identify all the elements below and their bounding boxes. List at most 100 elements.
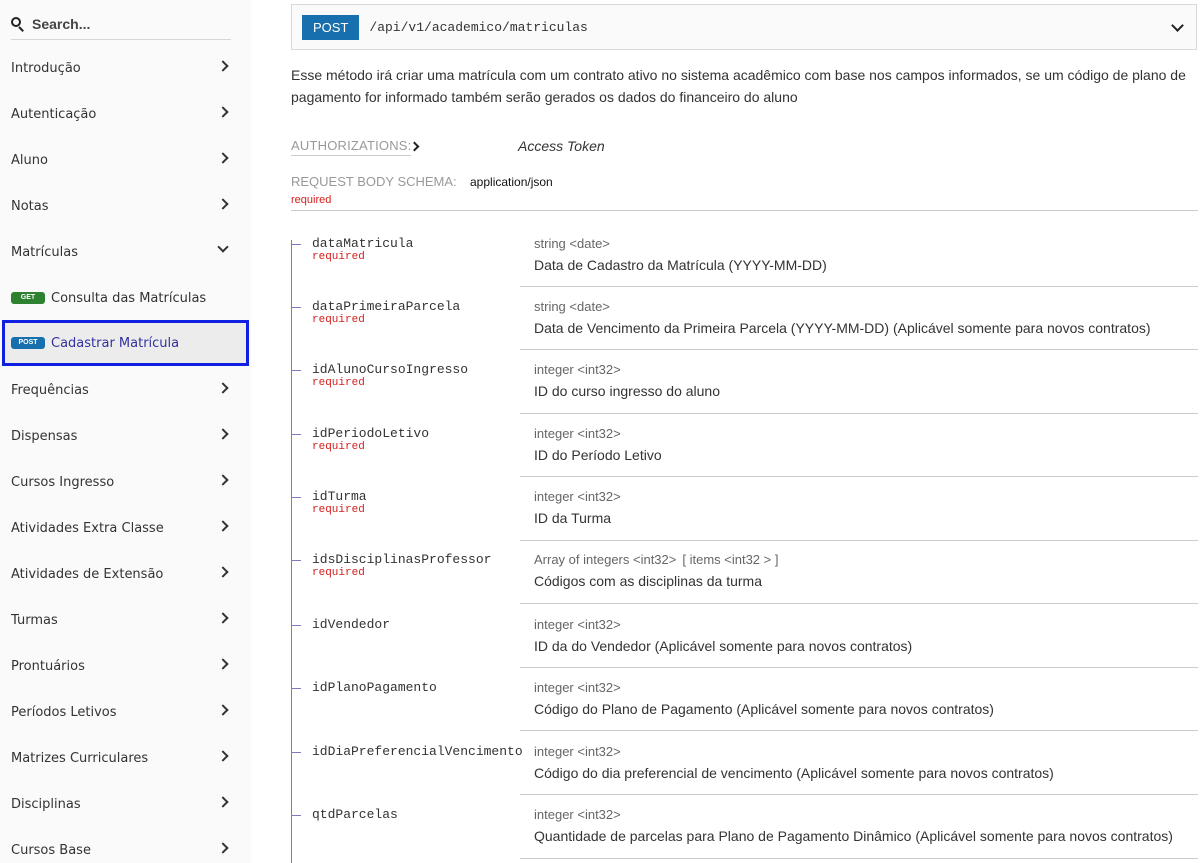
search-input[interactable] bbox=[32, 16, 222, 32]
param-required: required bbox=[312, 377, 365, 389]
sidebar-subitem-label: Consulta das Matrículas bbox=[51, 290, 207, 306]
sidebar-item-atividades-extra-classe[interactable]: Atividades Extra Classe bbox=[0, 505, 251, 551]
param-description: Data de Cadastro da Matrícula (YYYY-MM-D… bbox=[534, 257, 827, 273]
param-type-text: integer <int32> bbox=[534, 680, 621, 695]
authorization-value: Access Token bbox=[518, 138, 605, 154]
param-type-text: integer <int32> bbox=[534, 744, 621, 759]
tree-branch bbox=[291, 307, 301, 308]
param-items: [ items <int32 > ] bbox=[682, 552, 779, 567]
sidebar-item-notas[interactable]: Notas bbox=[0, 183, 251, 229]
param-type-text: string <date> bbox=[534, 299, 610, 314]
sidebar-item-label: Turmas bbox=[11, 612, 58, 628]
param-required: required bbox=[312, 504, 365, 516]
param-type-text: string <date> bbox=[534, 236, 610, 251]
sidebar-item-label: Cursos Ingresso bbox=[11, 474, 115, 490]
param-name: idPlanoPagamento bbox=[312, 680, 437, 695]
authorizations-toggle[interactable]: AUTHORIZATIONS: bbox=[291, 138, 412, 156]
param-description: ID do Período Letivo bbox=[534, 447, 662, 463]
param-required: required bbox=[312, 567, 365, 579]
param-required: required bbox=[312, 251, 365, 263]
http-method-badge: POST bbox=[302, 14, 360, 40]
param-type: integer <int32> bbox=[534, 617, 627, 632]
param-required: required bbox=[312, 441, 365, 453]
param-name: idVendedor bbox=[312, 617, 391, 632]
sidebar-item-prontuarios[interactable]: Prontuários bbox=[0, 643, 251, 689]
sidebar-item-label: Matrículas bbox=[11, 244, 78, 260]
param-name: qtdParcelas bbox=[312, 807, 398, 822]
row-divider bbox=[520, 794, 1198, 795]
sidebar-item-cursos-base[interactable]: Cursos Base bbox=[0, 827, 251, 863]
param-type: integer <int32> bbox=[534, 489, 627, 504]
param-type: Array of integers <int32> [ items <int32 … bbox=[534, 552, 778, 567]
sidebar-item-introducao[interactable]: Introdução bbox=[0, 45, 251, 91]
param-description: Código do dia preferencial de vencimento… bbox=[534, 765, 1054, 781]
sidebar-subitem-cadastrar-matricula[interactable]: POST Cadastrar Matrícula bbox=[2, 320, 249, 366]
param-description: Data de Vencimento da Primeira Parcela (… bbox=[534, 320, 1151, 336]
param-description: Códigos com as disciplinas da turma bbox=[534, 573, 762, 589]
sidebar-item-turmas[interactable]: Turmas bbox=[0, 597, 251, 643]
post-badge: POST bbox=[11, 337, 45, 349]
param-type-text: integer <int32> bbox=[534, 617, 621, 632]
sidebar-item-aluno[interactable]: Aluno bbox=[0, 137, 251, 183]
sidebar-item-label: Autenticação bbox=[11, 106, 97, 122]
sidebar-item-disciplinas[interactable]: Disciplinas bbox=[0, 781, 251, 827]
tree-branch bbox=[291, 434, 301, 435]
sidebar-item-label: Dispensas bbox=[11, 428, 78, 444]
sidebar-item-label: Prontuários bbox=[11, 658, 85, 674]
row-divider bbox=[520, 286, 1198, 287]
tree-branch bbox=[291, 244, 301, 245]
row-divider bbox=[520, 349, 1198, 350]
search-box[interactable] bbox=[11, 9, 231, 40]
tree-branch bbox=[291, 497, 301, 498]
row-divider bbox=[520, 667, 1198, 668]
sidebar-item-label: Notas bbox=[11, 198, 49, 214]
endpoint-description: Esse método irá criar uma matrícula com … bbox=[291, 67, 1186, 105]
param-description: Quantidade de parcelas para Plano de Pag… bbox=[534, 828, 1173, 844]
sidebar-item-cursos-ingresso[interactable]: Cursos Ingresso bbox=[0, 459, 251, 505]
sidebar-item-atividades-extensao[interactable]: Atividades de Extensão bbox=[0, 551, 251, 597]
sidebar: Introdução Autenticação Aluno Notas Matr… bbox=[0, 0, 251, 863]
sidebar-item-label: Frequências bbox=[11, 382, 89, 398]
param-type-text: integer <int32> bbox=[534, 489, 621, 504]
param-type: integer <int32> bbox=[534, 680, 627, 695]
content-type: application/json bbox=[470, 175, 553, 189]
sidebar-subitem-label: Cadastrar Matrícula bbox=[51, 335, 180, 351]
endpoint-toggle[interactable]: POST /api/v1/academico/matriculas bbox=[291, 4, 1197, 50]
param-name: dataMatricula bbox=[312, 236, 414, 251]
sidebar-item-matriculas[interactable]: Matrículas bbox=[0, 229, 251, 275]
required-flag: required bbox=[291, 194, 332, 206]
request-body-label: REQUEST BODY SCHEMA: bbox=[291, 174, 457, 189]
param-type: integer <int32> bbox=[534, 744, 627, 759]
sidebar-item-label: Períodos Letivos bbox=[11, 704, 117, 720]
param-type: integer <int32> bbox=[534, 807, 627, 822]
sidebar-item-dispensas[interactable]: Dispensas bbox=[0, 413, 251, 459]
sidebar-item-periodos-letivos[interactable]: Períodos Letivos bbox=[0, 689, 251, 735]
sidebar-item-label: Aluno bbox=[11, 152, 48, 168]
row-divider bbox=[520, 730, 1198, 731]
sidebar-item-frequencias[interactable]: Frequências bbox=[0, 367, 251, 413]
param-type-text: integer <int32> bbox=[534, 362, 621, 377]
sidebar-item-matrizes-curriculares[interactable]: Matrizes Curriculares bbox=[0, 735, 251, 781]
sidebar-item-label: Matrizes Curriculares bbox=[11, 750, 149, 766]
param-name: dataPrimeiraParcela bbox=[312, 299, 461, 314]
param-description: ID da Turma bbox=[534, 510, 612, 526]
param-name: idTurma bbox=[312, 489, 367, 504]
param-description: ID do curso ingresso do aluno bbox=[534, 383, 720, 399]
param-type-text: Array of integers <int32> bbox=[534, 552, 677, 567]
row-divider bbox=[520, 858, 1198, 859]
sidebar-item-label: Introdução bbox=[11, 60, 81, 76]
param-description: Código do Plano de Pagamento (Aplicável … bbox=[534, 701, 994, 717]
divider bbox=[291, 210, 1198, 211]
sidebar-item-label: Disciplinas bbox=[11, 796, 81, 812]
sidebar-item-autenticacao[interactable]: Autenticação bbox=[0, 91, 251, 137]
sidebar-item-label: Atividades de Extensão bbox=[11, 566, 164, 582]
chevron-down-icon bbox=[1171, 19, 1184, 32]
tree-branch bbox=[291, 688, 301, 689]
param-required: required bbox=[312, 314, 365, 326]
row-divider bbox=[520, 413, 1198, 414]
param-name: idsDisciplinasProfessor bbox=[312, 552, 492, 567]
sidebar-subitem-consulta-matriculas[interactable]: GET Consulta das Matrículas bbox=[0, 275, 251, 321]
row-divider bbox=[520, 540, 1198, 541]
sidebar-item-label: Cursos Base bbox=[11, 842, 91, 858]
tree-branch bbox=[291, 625, 301, 626]
